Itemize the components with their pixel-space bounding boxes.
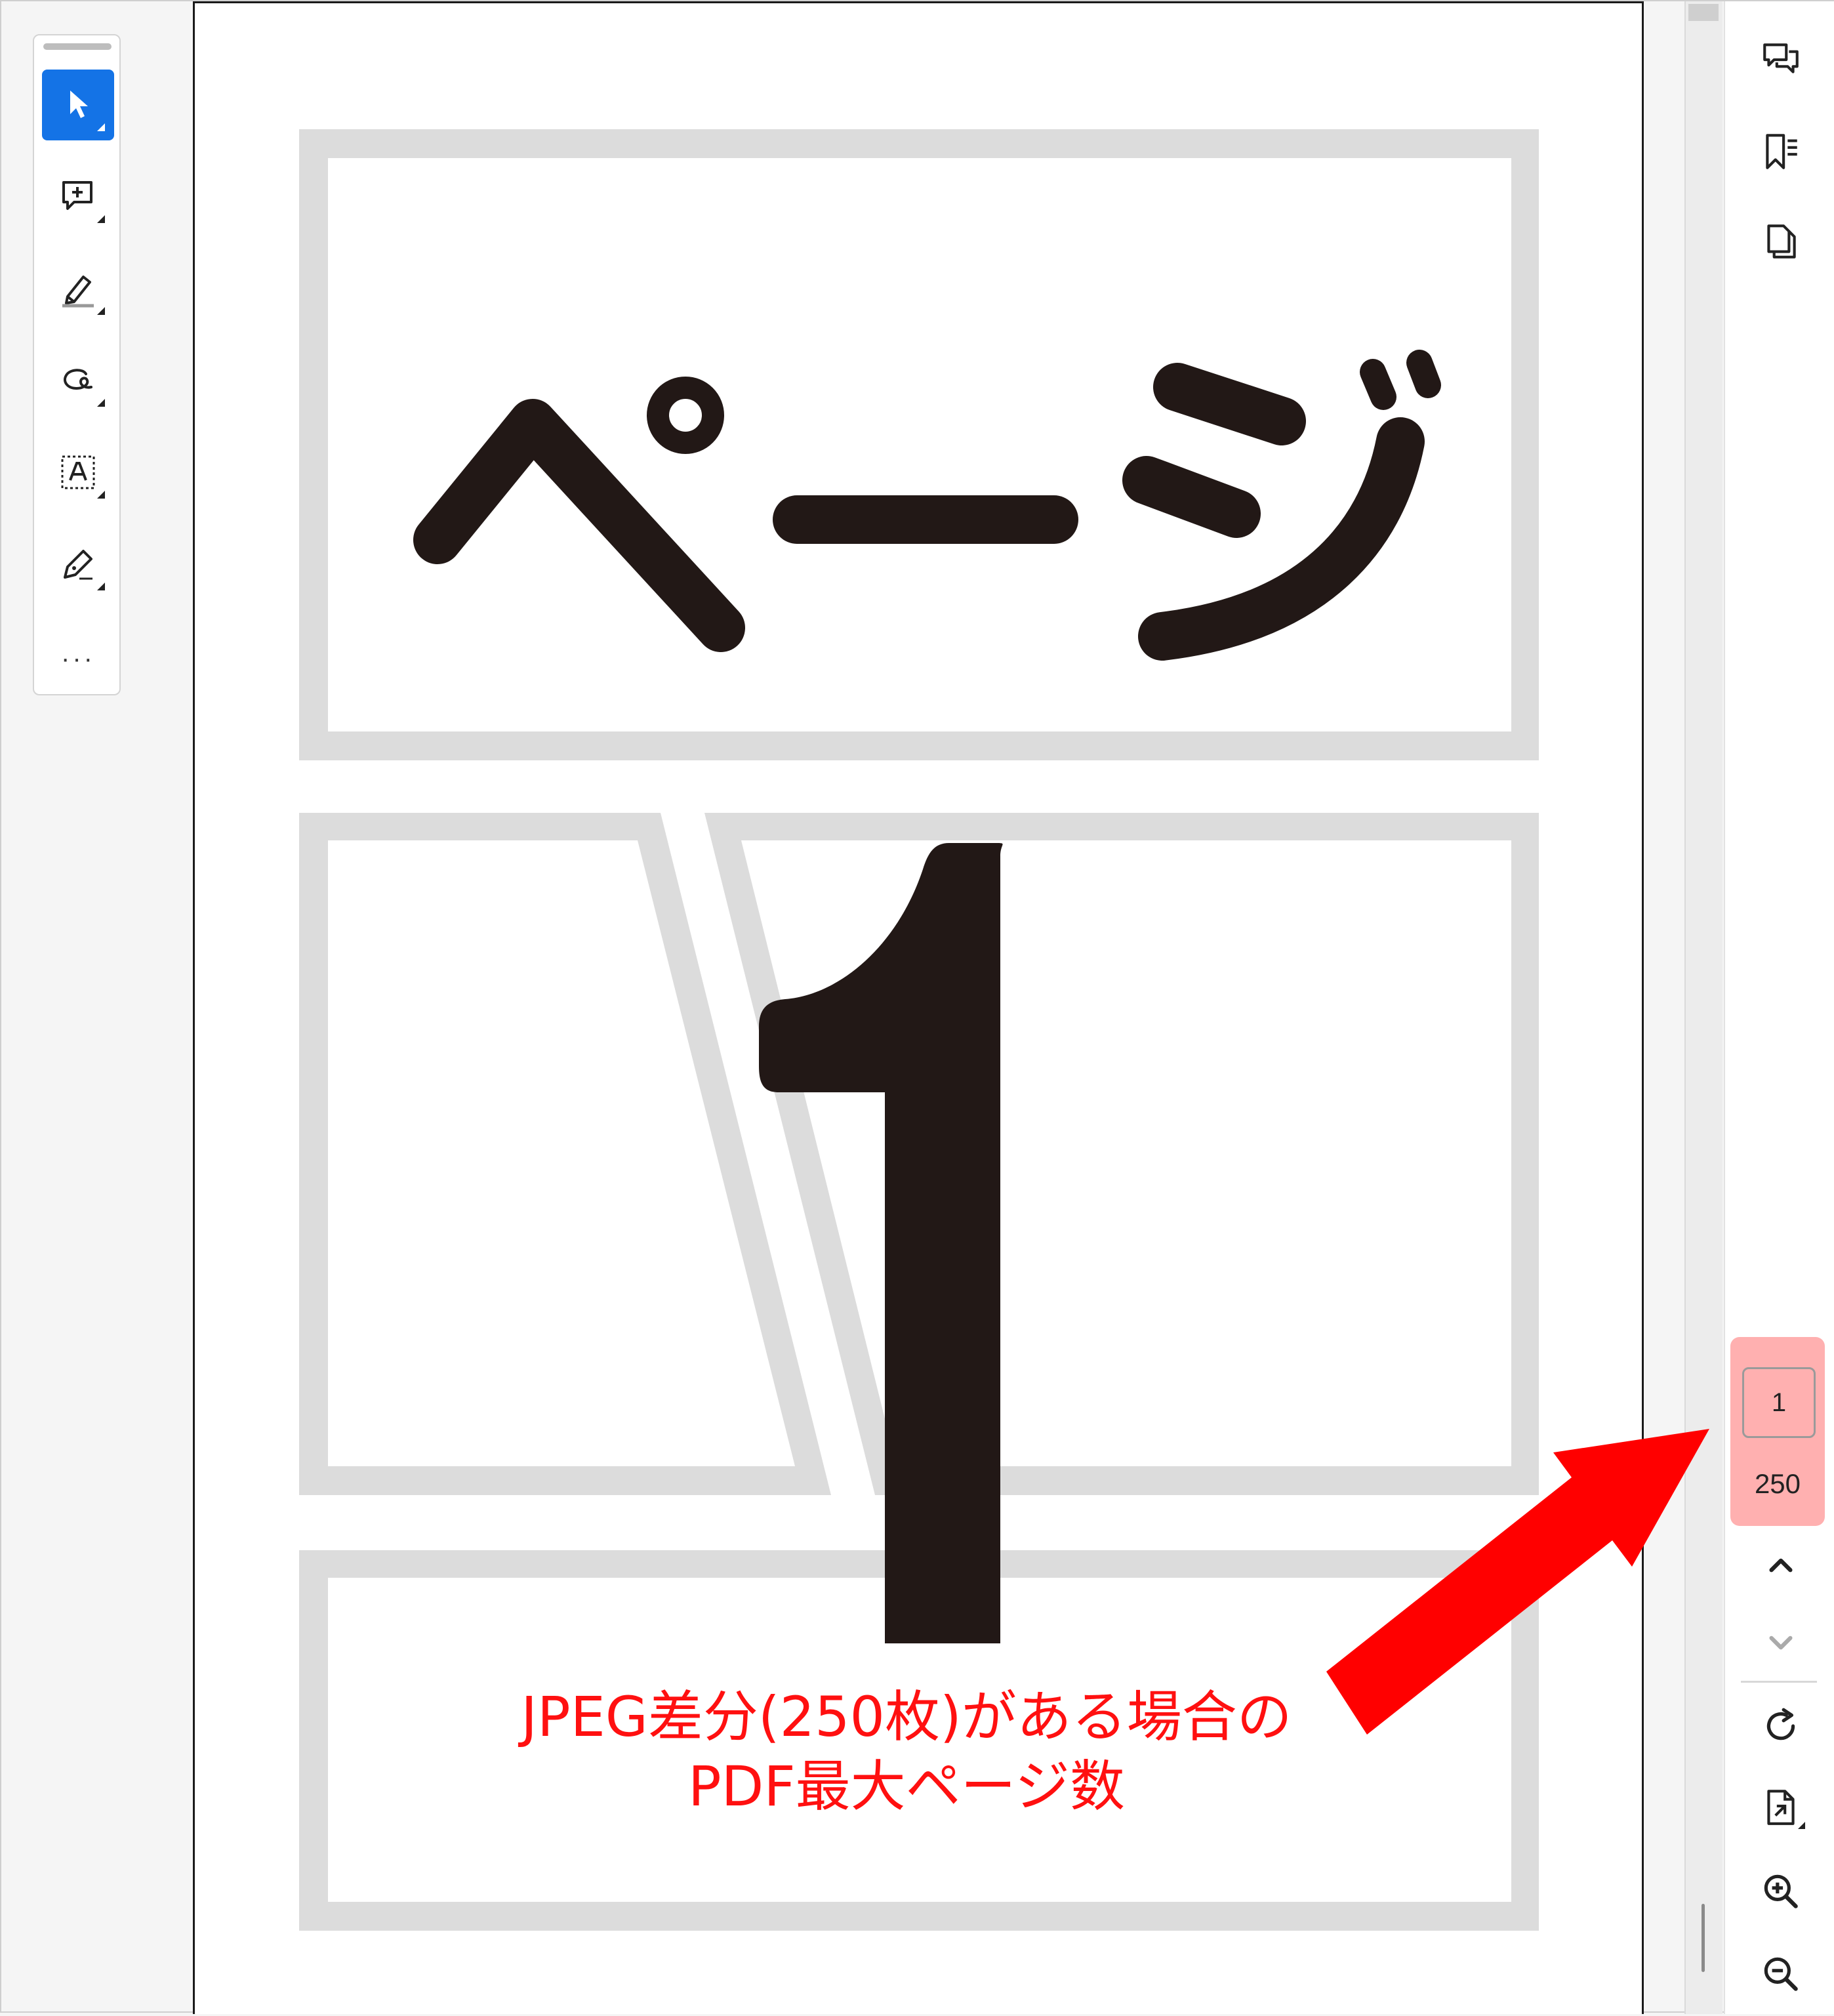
fountain-pen-icon <box>64 550 92 580</box>
freehand-lasso-icon <box>64 369 92 390</box>
comments-icon <box>1763 43 1799 73</box>
add-comment-tool-button[interactable] <box>42 161 114 232</box>
rotate-button[interactable] <box>1758 1703 1804 1749</box>
vertical-scrollbar[interactable] <box>1684 1 1722 2014</box>
document-tools-icon <box>1767 1790 1795 1825</box>
highlighter-pen-icon <box>62 276 94 308</box>
tool-submenu-indicator <box>97 215 105 223</box>
annotation-line-1: JPEG差分(250枚)がある場合の <box>521 1685 1292 1749</box>
current-page-input[interactable]: 1 <box>1742 1367 1816 1438</box>
select-tool-button[interactable] <box>42 70 114 140</box>
total-pages-label: 250 <box>1754 1468 1801 1499</box>
document-tools-button[interactable] <box>1758 1784 1805 1830</box>
text-select-box-icon <box>61 455 95 489</box>
comic-panel-frame-middle-right <box>704 813 1539 1495</box>
zoom-out-icon <box>1764 1957 1798 1991</box>
rotate-icon <box>1766 1708 1795 1740</box>
chevron-up-icon <box>1769 1558 1793 1573</box>
tool-submenu-indicator <box>1798 1822 1805 1829</box>
annotation-toolbar: ··· <box>33 34 121 695</box>
page-thumbnails-button[interactable] <box>1758 218 1804 264</box>
chevron-down-icon <box>1769 1635 1793 1650</box>
bookmarks-button[interactable] <box>1758 129 1804 175</box>
right-side-panel <box>1724 1 1834 2014</box>
page-number-glyph <box>759 843 1003 1643</box>
highlight-tool-button[interactable] <box>42 253 114 324</box>
zoom-in-icon <box>1764 1874 1798 1908</box>
tool-submenu-indicator <box>97 399 105 407</box>
tool-submenu-indicator <box>97 491 105 499</box>
scrollbar-thumb[interactable] <box>1688 4 1719 21</box>
sign-tool-button[interactable] <box>42 529 114 600</box>
more-tools-button[interactable]: ··· <box>42 623 114 694</box>
tool-submenu-indicator <box>97 583 105 590</box>
zoom-in-button[interactable] <box>1758 1868 1804 1914</box>
annotation-callout: JPEG差分(250枚)がある場合の PDF最大ページ数 <box>421 1682 1392 1821</box>
pdf-viewer-window: ··· 1 250 JPEG差分(250枚)がある場合の PDF最大ページ数 <box>0 0 1834 2014</box>
tool-submenu-indicator <box>97 123 105 131</box>
toolbar-drag-handle[interactable] <box>43 43 112 50</box>
panel-divider <box>1741 1681 1817 1683</box>
annotation-line-2: PDF最大ページ数 <box>688 1754 1125 1819</box>
previous-page-button[interactable] <box>1758 1542 1804 1588</box>
text-recognition-tool-button[interactable] <box>42 437 114 508</box>
panel-resize-handle[interactable] <box>1702 1904 1705 1972</box>
comment-plus-icon <box>62 181 92 210</box>
comments-button[interactable] <box>1758 37 1804 83</box>
draw-tool-button[interactable] <box>42 345 114 416</box>
tool-submenu-indicator <box>97 307 105 315</box>
next-page-button[interactable] <box>1758 1619 1804 1665</box>
zoom-out-button[interactable] <box>1758 1951 1804 1997</box>
page-thumbnails-icon <box>1767 224 1796 258</box>
heading-glyphs <box>413 350 1441 661</box>
bookmarks-icon <box>1766 134 1797 169</box>
cursor-arrow-icon <box>70 91 88 118</box>
